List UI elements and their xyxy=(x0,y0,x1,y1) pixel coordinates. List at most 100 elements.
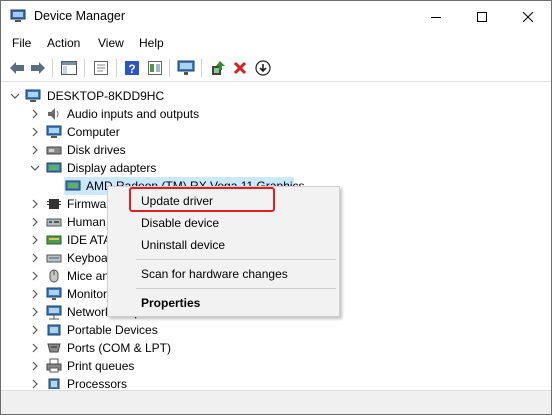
minimize-icon xyxy=(431,16,441,18)
maximize-icon xyxy=(477,11,487,22)
menu-bar: File Action View Help xyxy=(1,32,551,54)
help-icon: ? xyxy=(125,61,139,76)
display-adapter-icon xyxy=(46,162,62,173)
portable-device-icon xyxy=(47,324,61,336)
show-hidden-devices-button[interactable] xyxy=(145,58,165,78)
show-hidden-icon xyxy=(148,61,162,75)
menu-separator xyxy=(136,288,336,289)
tree-item-disk-drives[interactable]: Disk drives xyxy=(1,141,551,159)
close-icon xyxy=(523,11,533,22)
hid-icon xyxy=(46,218,62,227)
port-icon xyxy=(47,343,61,353)
device-manager-app-icon xyxy=(10,9,26,22)
scan-hardware-button[interactable] xyxy=(176,58,196,78)
tree-item-label: Portable Devices xyxy=(67,323,158,337)
chevron-right-icon[interactable] xyxy=(29,144,41,156)
monitor-icon xyxy=(46,287,62,300)
chevron-right-icon[interactable] xyxy=(29,270,41,282)
title-bar: Device Manager xyxy=(1,1,551,32)
menu-separator xyxy=(136,259,336,260)
back-button[interactable] xyxy=(7,58,27,78)
disk-drive-icon xyxy=(46,146,62,155)
toolbar-separator xyxy=(84,59,85,77)
uninstall-device-menu-item[interactable]: Uninstall device xyxy=(141,238,225,252)
help-button[interactable]: ? xyxy=(122,58,142,78)
chevron-right-icon[interactable] xyxy=(29,126,41,138)
monitor-icon xyxy=(177,60,195,75)
back-arrow-icon xyxy=(10,62,24,74)
chevron-right-icon[interactable] xyxy=(29,108,41,120)
update-driver-icon xyxy=(212,61,225,75)
chip-icon xyxy=(47,199,61,209)
chevron-right-icon[interactable] xyxy=(29,342,41,354)
computer-icon xyxy=(25,89,41,102)
ide-controller-icon xyxy=(46,235,62,245)
keyboard-icon xyxy=(46,254,62,263)
minimize-button[interactable] xyxy=(413,1,459,32)
toolbar-separator xyxy=(169,59,170,77)
tree-item-label: Processors xyxy=(67,377,128,389)
tree-item-label: Audio inputs and outputs xyxy=(67,107,200,121)
computer-icon xyxy=(46,125,62,138)
chevron-right-icon[interactable] xyxy=(29,306,41,318)
maximize-button[interactable] xyxy=(459,1,505,32)
device-manager-window: Device Manager File Action View Help ? D… xyxy=(0,0,552,415)
network-adapter-icon xyxy=(46,305,62,320)
menu-file[interactable]: File xyxy=(12,36,31,50)
forward-button[interactable] xyxy=(28,58,48,78)
chevron-down-icon[interactable] xyxy=(29,162,41,174)
tree-item-computer[interactable]: Computer xyxy=(1,123,551,141)
chevron-right-icon[interactable] xyxy=(29,252,41,264)
tree-item-label: Print queues xyxy=(67,359,135,373)
properties-button[interactable] xyxy=(91,58,111,78)
mouse-icon xyxy=(49,269,59,283)
show-hide-console-tree-button[interactable] xyxy=(59,58,79,78)
tree-item-ports[interactable]: Ports (COM & LPT) xyxy=(1,339,551,357)
tree-item-audio[interactable]: Audio inputs and outputs xyxy=(1,105,551,123)
update-driver-toolbar-button[interactable] xyxy=(208,58,228,78)
download-icon xyxy=(255,60,271,76)
speaker-icon xyxy=(48,108,59,120)
printer-icon xyxy=(46,358,62,373)
chevron-right-icon[interactable] xyxy=(29,378,41,389)
tree-item-display-adapters[interactable]: Display adapters xyxy=(1,159,551,177)
properties-icon xyxy=(94,61,108,75)
tree-item-processors[interactable]: Processors xyxy=(1,375,551,389)
menu-help[interactable]: Help xyxy=(139,36,164,50)
uninstall-icon xyxy=(233,61,247,75)
tree-item-label: Disk drives xyxy=(67,143,126,157)
tree-item-label: Display adapters xyxy=(67,161,157,175)
tree-item-label: Ports (COM & LPT) xyxy=(67,341,172,355)
forward-arrow-icon xyxy=(31,62,45,74)
disable-device-menu-item[interactable]: Disable device xyxy=(141,216,219,230)
close-button[interactable] xyxy=(505,1,551,32)
console-tree-icon xyxy=(61,61,77,75)
tree-root-label: DESKTOP-8KDD9HC xyxy=(47,89,165,103)
display-adapter-icon xyxy=(65,180,81,191)
status-bar xyxy=(1,390,551,414)
uninstall-toolbar-button[interactable] xyxy=(230,58,250,78)
window-title: Device Manager xyxy=(34,9,126,23)
svg-text:?: ? xyxy=(128,62,135,76)
menu-action[interactable]: Action xyxy=(47,36,80,50)
tree-item-print-queues[interactable]: Print queues xyxy=(1,357,551,375)
properties-menu-item[interactable]: Properties xyxy=(141,296,200,310)
menu-view[interactable]: View xyxy=(98,36,124,50)
toolbar-separator xyxy=(52,59,53,77)
toolbar: ? xyxy=(1,54,551,82)
tree-item-label: Computer xyxy=(67,125,120,139)
chevron-right-icon[interactable] xyxy=(29,198,41,210)
chevron-right-icon[interactable] xyxy=(29,216,41,228)
scan-hardware-menu-item[interactable]: Scan for hardware changes xyxy=(141,267,288,281)
disable-device-toolbar-button[interactable] xyxy=(253,58,273,78)
tree-root-row[interactable]: DESKTOP-8KDD9HC xyxy=(1,87,551,105)
chevron-right-icon[interactable] xyxy=(29,324,41,336)
chevron-right-icon[interactable] xyxy=(29,360,41,372)
chevron-down-icon[interactable] xyxy=(9,90,21,102)
chevron-right-icon[interactable] xyxy=(29,234,41,246)
toolbar-separator xyxy=(116,59,117,77)
toolbar-separator xyxy=(201,59,202,77)
tree-item-portable-devices[interactable]: Portable Devices xyxy=(1,321,551,339)
update-driver-highlight-box xyxy=(129,187,275,212)
chevron-right-icon[interactable] xyxy=(29,288,41,300)
